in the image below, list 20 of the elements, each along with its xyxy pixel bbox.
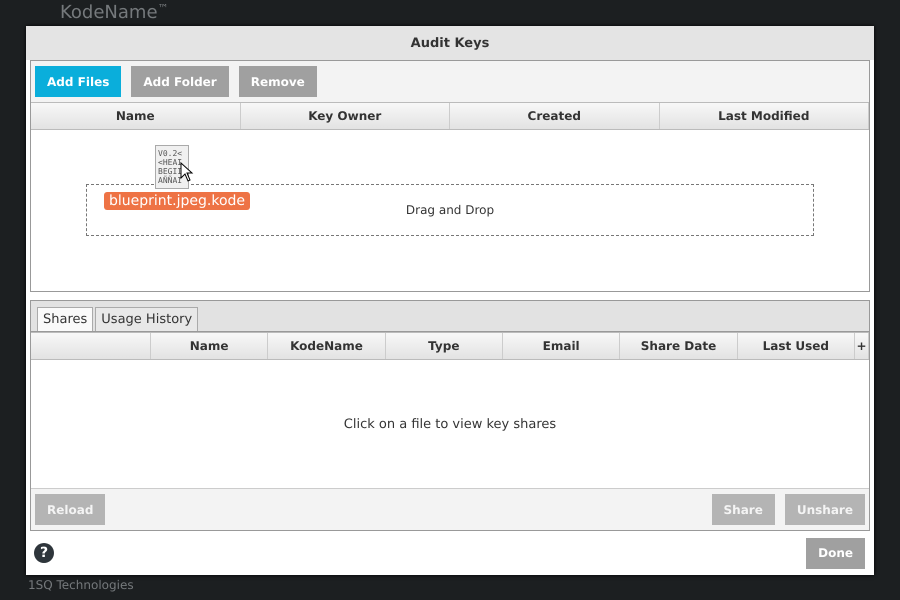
column-header[interactable]: Last Used xyxy=(738,333,855,359)
column-header[interactable]: Created xyxy=(450,103,660,129)
column-header[interactable]: Type xyxy=(386,333,503,359)
empty-message: Click on a file to view key shares xyxy=(344,416,556,432)
tab[interactable]: Usage History xyxy=(95,307,198,331)
add-column-button[interactable]: + xyxy=(855,333,869,359)
help-icon[interactable]: ? xyxy=(34,543,54,563)
app-brand: KodeName$^{™}$ xyxy=(60,3,169,23)
company-name: 1SQ Technologies xyxy=(28,578,134,592)
tab[interactable]: Shares xyxy=(37,307,94,331)
dialog-title: Audit Keys xyxy=(26,26,874,60)
column-header[interactable]: Share Date xyxy=(620,333,738,359)
cursor-icon xyxy=(180,162,194,182)
file-label: blueprint.jpeg.kode xyxy=(104,192,250,210)
column-header[interactable]: Email xyxy=(503,333,620,359)
column-header[interactable]: Key Owner xyxy=(240,103,450,129)
column-header[interactable]: KodeName xyxy=(268,333,386,359)
column-header[interactable]: Name xyxy=(151,333,268,359)
column-header[interactable]: Name xyxy=(31,103,240,129)
column-header[interactable]: Last Modified xyxy=(660,103,869,129)
